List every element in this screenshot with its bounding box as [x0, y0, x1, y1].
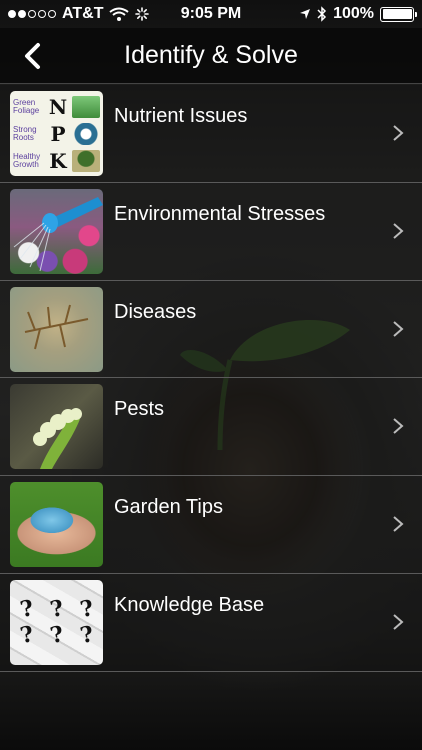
- status-bar: AT&T 9:05 PM 100%: [0, 0, 422, 28]
- list-item-label: Nutrient Issues: [114, 105, 248, 127]
- list-item-knowledge-base[interactable]: ? ? ? ? ? ? Knowledge Base: [0, 573, 422, 672]
- question-marks-thumbnail: ? ? ? ? ? ?: [10, 579, 103, 665]
- chevron-right-icon: [393, 223, 404, 239]
- list-item-label: Garden Tips: [114, 496, 223, 519]
- chevron-right-icon: [393, 320, 404, 337]
- fertilizer-hands-thumbnail: [10, 482, 103, 568]
- status-time: 9:05 PM: [180, 5, 242, 22]
- page-title: Identify & Solve: [124, 41, 298, 69]
- list-item-label: Environmental Stresses: [114, 202, 326, 225]
- list-item-label: Knowledge Base: [114, 593, 265, 616]
- battery-fill: [382, 9, 412, 19]
- chevron-right-icon: [393, 516, 404, 532]
- list-item-environmental-stresses[interactable]: Environmental Stresses: [0, 182, 422, 281]
- watering-can-thumbnail: [10, 188, 103, 274]
- list-item-pests[interactable]: Pests: [0, 378, 422, 477]
- list-item-diseases[interactable]: Diseases: [0, 280, 422, 379]
- battery-icon: [380, 6, 417, 22]
- list-item-garden-tips[interactable]: Garden Tips: [0, 476, 422, 574]
- chevron-right-icon: [393, 614, 404, 630]
- list-item-label: Diseases: [114, 300, 197, 323]
- empty-bottom-area: [0, 672, 422, 750]
- nutrient-thumbnail: Green Foliage N Strong Roots P Healthy G…: [10, 91, 103, 176]
- navigation-bar: Identify & Solve: [0, 28, 422, 84]
- chevron-right-icon: [393, 418, 404, 435]
- diseased-plant-thumbnail: [10, 286, 103, 372]
- caterpillar-thumbnail: [10, 384, 103, 470]
- list-item-nutrient-issues[interactable]: Green Foliage N Strong Roots P Healthy G…: [0, 85, 422, 183]
- chevron-right-icon: [393, 125, 404, 141]
- list-item-label: Pests: [114, 398, 165, 421]
- category-list: Green Foliage N Strong Roots P Healthy G…: [0, 85, 422, 672]
